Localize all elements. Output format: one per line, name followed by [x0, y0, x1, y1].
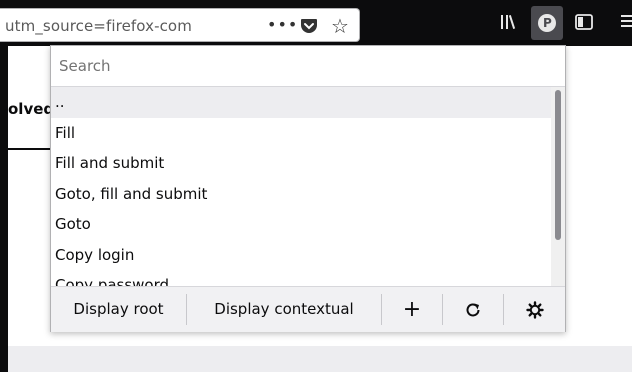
settings-gear-icon: [525, 300, 544, 319]
action-list: .. Fill Fill and submit Goto, fill and s…: [51, 87, 551, 286]
display-root-button[interactable]: Display root: [51, 287, 186, 332]
refresh-button[interactable]: [443, 287, 503, 332]
list-item-fill[interactable]: Fill: [51, 118, 551, 149]
list-item-copy-password[interactable]: Copy password: [51, 270, 551, 286]
display-contextual-button[interactable]: Display contextual: [187, 287, 381, 332]
passff-icon: P: [538, 14, 556, 32]
scrollbar-thumb[interactable]: [555, 90, 561, 240]
settings-button[interactable]: [504, 287, 565, 332]
search-input[interactable]: [51, 46, 565, 86]
page-heading-fragment: olved: [8, 100, 55, 118]
bookmark-star-icon[interactable]: ☆: [331, 14, 349, 38]
passff-button[interactable]: P: [531, 6, 563, 40]
list-item-parent[interactable]: ..: [51, 87, 551, 118]
page-actions-icon[interactable]: •••: [267, 15, 298, 34]
sidebar-icon[interactable]: [575, 14, 593, 30]
list-item-goto[interactable]: Goto: [51, 209, 551, 240]
search-box: [51, 46, 565, 87]
url-text[interactable]: utm_source=firefox-com: [5, 17, 192, 35]
library-icon[interactable]: [500, 13, 520, 31]
hamburger-menu-icon[interactable]: [621, 14, 632, 28]
add-icon[interactable]: +: [382, 287, 442, 332]
list-scrollbar[interactable]: [551, 87, 565, 286]
pocket-icon[interactable]: [300, 18, 318, 34]
list-item-goto-fill-and-submit[interactable]: Goto, fill and submit: [51, 179, 551, 210]
list-item-fill-and-submit[interactable]: Fill and submit: [51, 148, 551, 179]
url-bar[interactable]: utm_source=firefox-com ••• ☆: [0, 8, 360, 42]
popup-footer: Display root Display contextual +: [51, 286, 565, 332]
passff-popup: .. Fill Fill and submit Goto, fill and s…: [50, 45, 566, 332]
refresh-icon: [466, 302, 480, 316]
page-bottom-band: [8, 346, 632, 372]
list-item-copy-login[interactable]: Copy login: [51, 240, 551, 271]
browser-toolbar: utm_source=firefox-com ••• ☆ P: [0, 0, 632, 45]
